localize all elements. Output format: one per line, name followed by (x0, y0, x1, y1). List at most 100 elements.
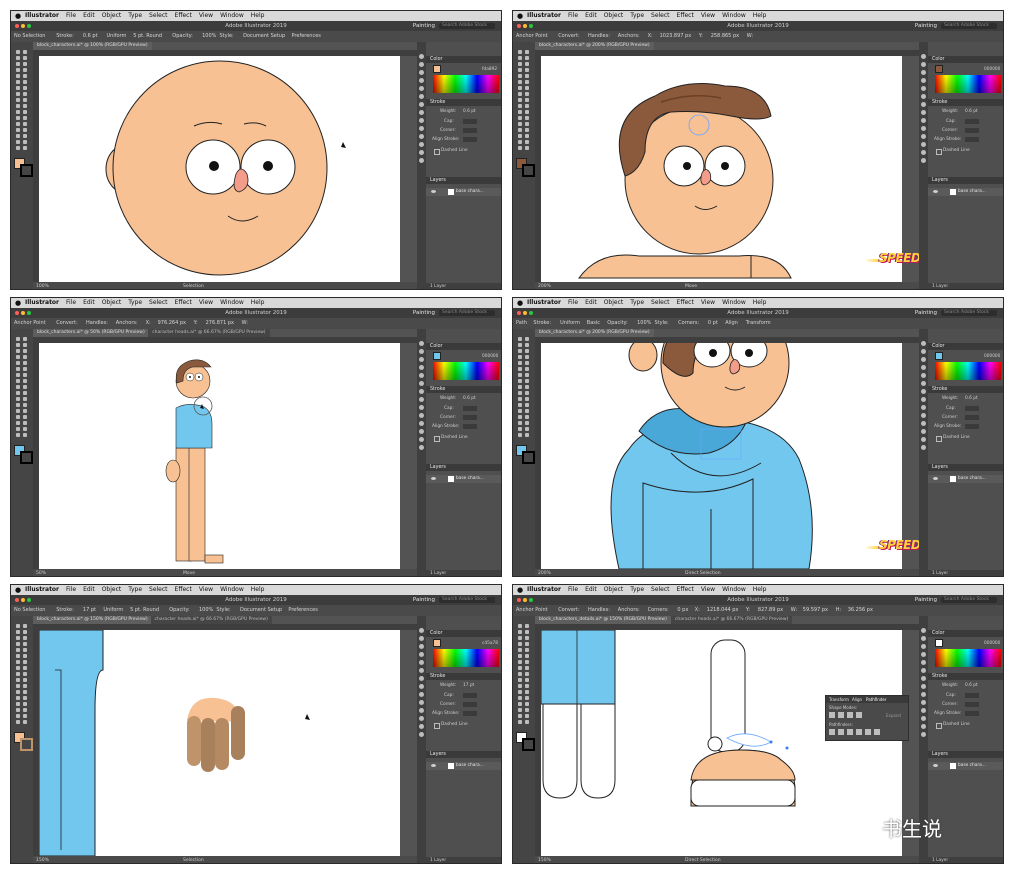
tool-icon[interactable] (23, 666, 27, 670)
panel-icon[interactable] (419, 110, 424, 115)
tool-icon[interactable] (23, 337, 27, 341)
pathfinder-icon[interactable] (838, 729, 844, 735)
menu-item[interactable]: Type (630, 298, 644, 308)
tool-icon[interactable] (23, 116, 27, 120)
tool-icon[interactable] (518, 672, 522, 676)
tool-icon[interactable] (525, 110, 529, 114)
panel-icon[interactable] (419, 102, 424, 107)
menu-item[interactable]: Object (604, 11, 624, 21)
eye-icon[interactable] (933, 764, 938, 767)
color-panel-header[interactable]: Color (426, 630, 501, 637)
tool-icon[interactable] (525, 654, 529, 658)
control-item[interactable]: Preferences (288, 605, 317, 616)
layer-row[interactable]: base chara... (928, 475, 1003, 483)
menu-item[interactable]: Window (220, 11, 244, 21)
tool-icon[interactable] (525, 421, 529, 425)
tool-icon[interactable] (16, 379, 20, 383)
control-item[interactable]: 1023.897 px (660, 31, 692, 42)
tool-icon[interactable] (525, 367, 529, 371)
tool-icon[interactable] (518, 421, 522, 425)
menu-item[interactable]: Illustrator (527, 11, 561, 21)
menu-item[interactable]: Select (149, 298, 168, 308)
panel-icon[interactable] (419, 134, 424, 139)
panel-icon[interactable] (419, 126, 424, 131)
menu-item[interactable]: Type (630, 11, 644, 21)
color-hex-value[interactable]: 000000 (984, 641, 1000, 646)
tool-icon[interactable] (518, 379, 522, 383)
tool-icon[interactable] (16, 146, 20, 150)
menu-item[interactable]: Object (102, 585, 122, 595)
panel-icon[interactable] (419, 628, 424, 633)
menu-item[interactable]: Illustrator (25, 298, 59, 308)
stock-search-input[interactable]: Search Adobe Stock (439, 23, 495, 29)
illustrator-window-4[interactable]: ● Illustrator File Edit Object Type Select Eff… (512, 297, 1004, 577)
menu-item[interactable]: Window (722, 298, 746, 308)
tool-icon[interactable] (518, 86, 522, 90)
control-item[interactable]: 1218.044 px (707, 605, 739, 616)
tool-icon[interactable] (23, 648, 27, 652)
tool-icon[interactable] (525, 361, 529, 365)
tool-icon[interactable] (23, 385, 27, 389)
illustrator-window-2[interactable]: ● Illustrator File Edit Object Type Select Eff… (512, 10, 1004, 290)
layer-row[interactable]: base chara... (928, 762, 1003, 770)
tool-icon[interactable] (23, 68, 27, 72)
tool-icon[interactable] (518, 62, 522, 66)
control-item[interactable]: Stroke: (533, 318, 551, 329)
document-tab[interactable]: character heads.ai* @ 66.67% (RGB/GPU Pr… (150, 616, 272, 624)
tool-icon[interactable] (23, 678, 27, 682)
control-item[interactable]: Anchor Point (516, 31, 548, 42)
dashed-line-checkbox[interactable] (936, 723, 942, 729)
artboard[interactable] (39, 343, 400, 569)
tool-icon[interactable] (16, 68, 20, 72)
tool-icon[interactable] (16, 666, 20, 670)
panel-icon[interactable] (419, 676, 424, 681)
control-item[interactable]: 258.865 px (711, 31, 739, 42)
control-item[interactable]: H: (836, 605, 841, 616)
menu-item[interactable]: Illustrator (25, 11, 59, 21)
pathfinder-panel[interactable]: Transform Align Pathfinder Shape Modes: … (825, 695, 909, 741)
tool-icon[interactable] (16, 427, 20, 431)
panel-icon[interactable] (419, 381, 424, 386)
stock-search-input[interactable]: Search Adobe Stock (439, 310, 495, 316)
tool-icon[interactable] (16, 62, 20, 66)
control-item[interactable]: Style: (220, 31, 234, 42)
tool-icon[interactable] (23, 128, 27, 132)
color-hex-value[interactable]: fda892 (482, 67, 497, 72)
tool-icon[interactable] (16, 678, 20, 682)
tool-icon[interactable] (525, 385, 529, 389)
tool-icon[interactable] (23, 367, 27, 371)
panel-icon[interactable] (921, 692, 926, 697)
tool-icon[interactable] (23, 702, 27, 706)
panel-icon[interactable] (419, 94, 424, 99)
tool-icon[interactable] (518, 666, 522, 670)
panel-icon[interactable] (419, 708, 424, 713)
tool-icon[interactable] (518, 720, 522, 724)
tool-icon[interactable] (518, 702, 522, 706)
align-stroke-options[interactable] (463, 711, 477, 716)
control-item[interactable]: Anchors: (618, 31, 640, 42)
layers-panel-header[interactable]: Layers (928, 177, 1003, 184)
artboard[interactable] (39, 56, 400, 282)
tool-icon[interactable] (23, 391, 27, 395)
tool-icon[interactable] (23, 684, 27, 688)
tool-icon[interactable] (16, 696, 20, 700)
panel-icon[interactable] (921, 94, 926, 99)
tool-icon[interactable] (525, 50, 529, 54)
document-tab[interactable]: block_characters.ai* @ 200% (RGB/GPU Pre… (535, 329, 654, 337)
tool-icon[interactable] (518, 409, 522, 413)
panel-icon[interactable] (921, 381, 926, 386)
tool-icon[interactable] (525, 409, 529, 413)
tool-icon[interactable] (16, 349, 20, 353)
panel-icon[interactable] (921, 676, 926, 681)
tool-icon[interactable] (518, 355, 522, 359)
document-tab[interactable]: character heads.ai* @ 66.67% (RGB/GPU Pr… (670, 616, 793, 624)
cap-options[interactable] (463, 119, 477, 124)
tool-icon[interactable] (518, 385, 522, 389)
panel-icon[interactable] (921, 708, 926, 713)
tool-icon[interactable] (518, 708, 522, 712)
tool-icon[interactable] (16, 86, 20, 90)
tool-icon[interactable] (518, 660, 522, 664)
menu-item[interactable]: Window (722, 11, 746, 21)
shape-mode-icon[interactable] (856, 712, 862, 718)
tool-icon[interactable] (23, 708, 27, 712)
